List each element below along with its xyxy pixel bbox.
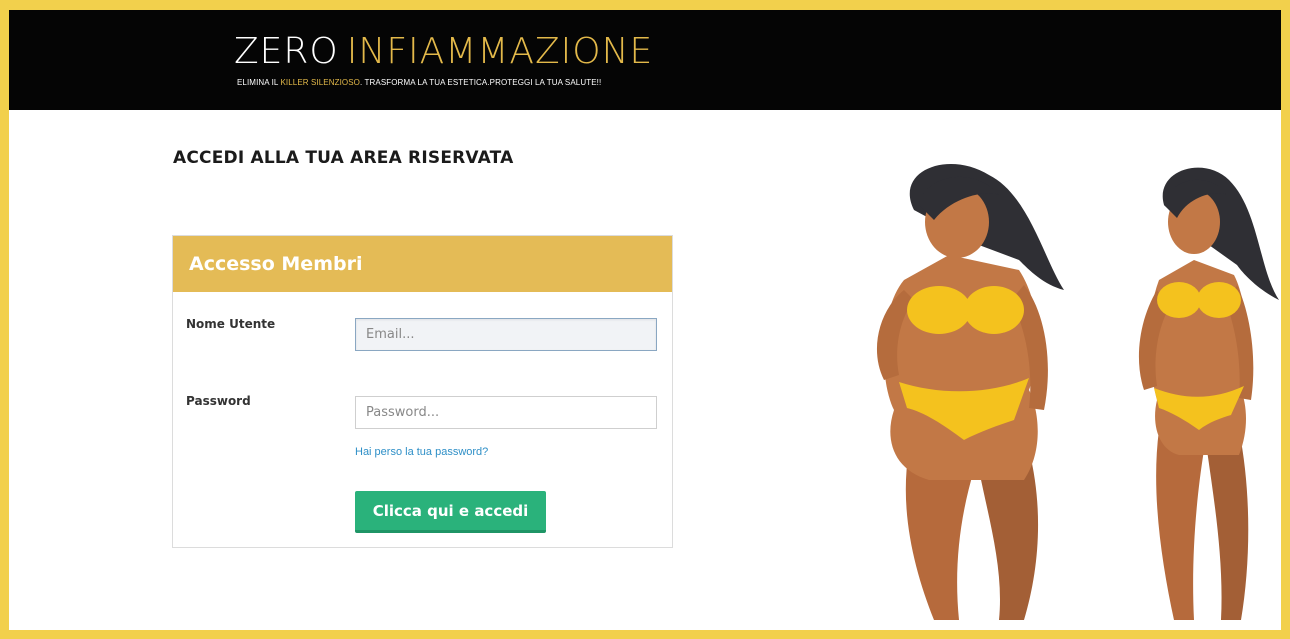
tagline-accent: KILLER SILENZIOSO	[280, 78, 361, 87]
site-header: ZERO INFIAMMAZIONE ELIMINA IL KILLER SILE…	[9, 10, 1281, 110]
woman-slim-illustration	[1138, 167, 1279, 620]
tagline-part1: ELIMINA IL	[237, 78, 281, 87]
username-input[interactable]	[355, 318, 657, 351]
lost-password-link[interactable]: Hai perso la tua password?	[355, 446, 488, 458]
login-submit-button[interactable]: Clicca qui e accedi	[355, 491, 546, 533]
logo-tagline: ELIMINA IL KILLER SILENZIOSO. TRASFORMA …	[237, 78, 601, 87]
password-input[interactable]	[355, 396, 657, 429]
site-logo[interactable]: ZERO INFIAMMAZIONE	[234, 32, 653, 72]
page-title: ACCEDI ALLA TUA AREA RISERVATA	[173, 148, 514, 168]
login-panel: Accesso Membri Nome Utente Password Hai …	[172, 235, 673, 548]
login-panel-title: Accesso Membri	[189, 253, 363, 275]
page-frame: ZERO INFIAMMAZIONE ELIMINA IL KILLER SILE…	[9, 10, 1281, 630]
username-label: Nome Utente	[186, 317, 276, 331]
women-illustration	[876, 163, 1279, 620]
woman-curvy-illustration	[876, 163, 1064, 620]
logo-word-infiammazione: INFIAMMAZIONE	[346, 31, 654, 72]
logo-word-zero: ZERO	[234, 31, 339, 72]
tagline-part2: . TRASFORMA LA TUA ESTETICA.PROTEGGI LA …	[360, 78, 602, 87]
password-label: Password	[186, 394, 251, 408]
login-panel-header: Accesso Membri	[173, 236, 672, 292]
